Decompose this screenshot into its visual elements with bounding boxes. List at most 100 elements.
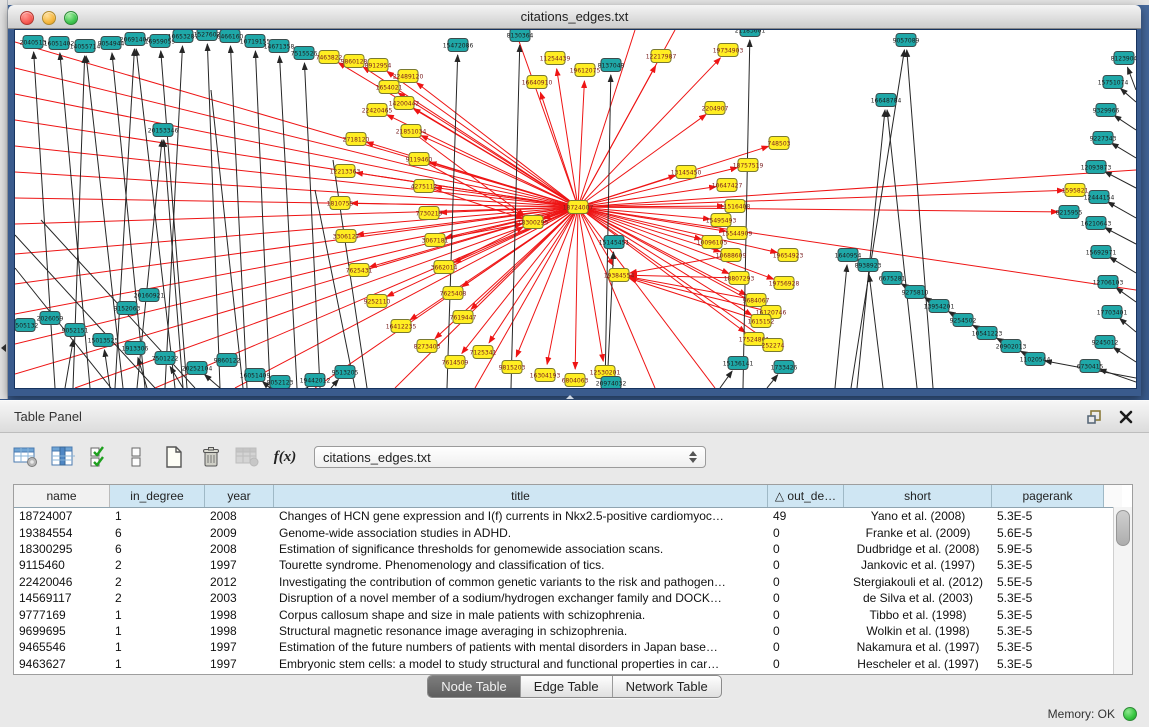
cell-name[interactable]: 19384554 [14,526,110,540]
cell-year[interactable]: 1998 [205,608,274,622]
cell-pagerank[interactable]: 5.3E-5 [992,509,1104,523]
cell-short[interactable]: Stergiakouli et al. (2012) [844,575,992,589]
network-window-titlebar[interactable]: citations_edges.txt [8,5,1141,29]
cell-in_degree[interactable]: 6 [110,526,205,540]
scrollbar-thumb[interactable] [1116,510,1130,546]
cell-name[interactable]: 14569117 [14,591,110,605]
cell-in_degree[interactable]: 2 [110,591,205,605]
cell-year[interactable]: 2008 [205,509,274,523]
cell-pagerank[interactable]: 5.9E-5 [992,542,1104,556]
table-row[interactable]: 946554611997Estimation of the future num… [14,639,1132,655]
column-header-year[interactable]: year [205,485,274,507]
column-header-out_degree[interactable]: △ out_de… [768,485,844,507]
cell-in_degree[interactable]: 1 [110,640,205,654]
cell-out_degree[interactable]: 0 [768,640,844,654]
new-column-button[interactable] [160,444,188,470]
cell-title[interactable]: Disruption of a novel member of a sodium… [274,591,768,605]
deselect-all-button[interactable] [123,444,151,470]
cell-short[interactable]: Nakamura et al. (1997) [844,640,992,654]
column-header-pagerank[interactable]: pagerank [992,485,1104,507]
cell-short[interactable]: Hescheler et al. (1997) [844,657,992,671]
cell-short[interactable]: Tibbo et al. (1998) [844,608,992,622]
cell-year[interactable]: 1997 [205,640,274,654]
cell-out_degree[interactable]: 0 [768,624,844,638]
cell-out_degree[interactable]: 0 [768,575,844,589]
cell-year[interactable]: 1997 [205,558,274,572]
cell-year[interactable]: 1997 [205,657,274,671]
cell-name[interactable]: 9463627 [14,657,110,671]
cell-pagerank[interactable]: 5.3E-5 [992,640,1104,654]
cell-title[interactable]: Changes of HCN gene expression and I(f) … [274,509,768,523]
cell-pagerank[interactable]: 5.3E-5 [992,591,1104,605]
table-row[interactable]: 911546021997Tourette syndrome. Phenomeno… [14,557,1132,573]
network-canvas[interactable]: 2040513160514021405571490549442069140616… [14,29,1137,389]
table-select-dropdown[interactable]: citations_edges.txt [314,446,706,468]
close-window-button[interactable] [20,11,34,25]
table-row[interactable]: 946362711997Embryonic stem cells: a mode… [14,656,1132,672]
minimize-window-button[interactable] [42,11,56,25]
cell-out_degree[interactable]: 49 [768,509,844,523]
table-row[interactable]: 1872400712008Changes of HCN gene express… [14,508,1132,524]
cell-year[interactable]: 1998 [205,624,274,638]
tab-edge-table[interactable]: Edge Table [520,676,612,697]
cell-in_degree[interactable]: 1 [110,657,205,671]
tab-network-table[interactable]: Network Table [612,676,721,697]
cell-pagerank[interactable]: 5.3E-5 [992,657,1104,671]
close-panel-icon[interactable] [1117,408,1135,426]
cell-name[interactable]: 18300295 [14,542,110,556]
delete-table-button[interactable] [234,444,262,470]
cell-in_degree[interactable]: 2 [110,575,205,589]
column-header-name[interactable]: name [14,485,110,507]
column-header-short[interactable]: short [844,485,992,507]
cell-name[interactable]: 9699695 [14,624,110,638]
cell-in_degree[interactable]: 1 [110,509,205,523]
cell-title[interactable]: Embryonic stem cells: a model to study s… [274,657,768,671]
memory-status-indicator[interactable] [1123,707,1137,721]
cell-title[interactable]: Corpus callosum shape and size in male p… [274,608,768,622]
float-panel-icon[interactable] [1085,408,1103,426]
tab-node-table[interactable]: Node Table [428,676,520,697]
cell-year[interactable]: 2009 [205,526,274,540]
cell-short[interactable]: Franke et al. (2009) [844,526,992,540]
table-row[interactable]: 1830029562008Estimation of significance … [14,541,1132,557]
table-mode-button[interactable] [12,444,40,470]
cell-in_degree[interactable]: 1 [110,624,205,638]
cell-year[interactable]: 2008 [205,542,274,556]
cell-name[interactable]: 9465546 [14,640,110,654]
cell-name[interactable]: 9115460 [14,558,110,572]
cell-short[interactable]: Dudbridge et al. (2008) [844,542,992,556]
cell-title[interactable]: Structural magnetic resonance image aver… [274,624,768,638]
vertical-scrollbar[interactable] [1113,507,1132,674]
cell-name[interactable]: 9777169 [14,608,110,622]
delete-column-button[interactable] [197,444,225,470]
cell-out_degree[interactable]: 0 [768,526,844,540]
cell-year[interactable]: 2012 [205,575,274,589]
cell-out_degree[interactable]: 0 [768,542,844,556]
network-graph-svg[interactable]: 2040513160514021405571490549442069140616… [15,30,1136,388]
cell-title[interactable]: Estimation of significance thresholds fo… [274,542,768,556]
cell-pagerank[interactable]: 5.5E-5 [992,575,1104,589]
column-header-title[interactable]: title [274,485,768,507]
column-visibility-button[interactable] [49,444,77,470]
cell-title[interactable]: Estimation of the future numbers of pati… [274,640,768,654]
cell-pagerank[interactable]: 5.3E-5 [992,558,1104,572]
cell-in_degree[interactable]: 1 [110,608,205,622]
cell-pagerank[interactable]: 5.6E-5 [992,526,1104,540]
cell-out_degree[interactable]: 0 [768,558,844,572]
cell-short[interactable]: Yano et al. (2008) [844,509,992,523]
cell-out_degree[interactable]: 0 [768,657,844,671]
cell-out_degree[interactable]: 0 [768,608,844,622]
cell-in_degree[interactable]: 2 [110,558,205,572]
cell-name[interactable]: 18724007 [14,509,110,523]
cell-short[interactable]: de Silva et al. (2003) [844,591,992,605]
collapsed-side-panel[interactable] [0,0,8,399]
panel-collapse-arrow-icon[interactable] [1,344,6,352]
cell-out_degree[interactable]: 0 [768,591,844,605]
cell-year[interactable]: 2003 [205,591,274,605]
cell-in_degree[interactable]: 6 [110,542,205,556]
cell-short[interactable]: Jankovic et al. (1997) [844,558,992,572]
column-header-in_degree[interactable]: in_degree [110,485,205,507]
splitter-handle[interactable] [566,395,574,399]
cell-short[interactable]: Wolkin et al. (1998) [844,624,992,638]
zoom-window-button[interactable] [64,11,78,25]
